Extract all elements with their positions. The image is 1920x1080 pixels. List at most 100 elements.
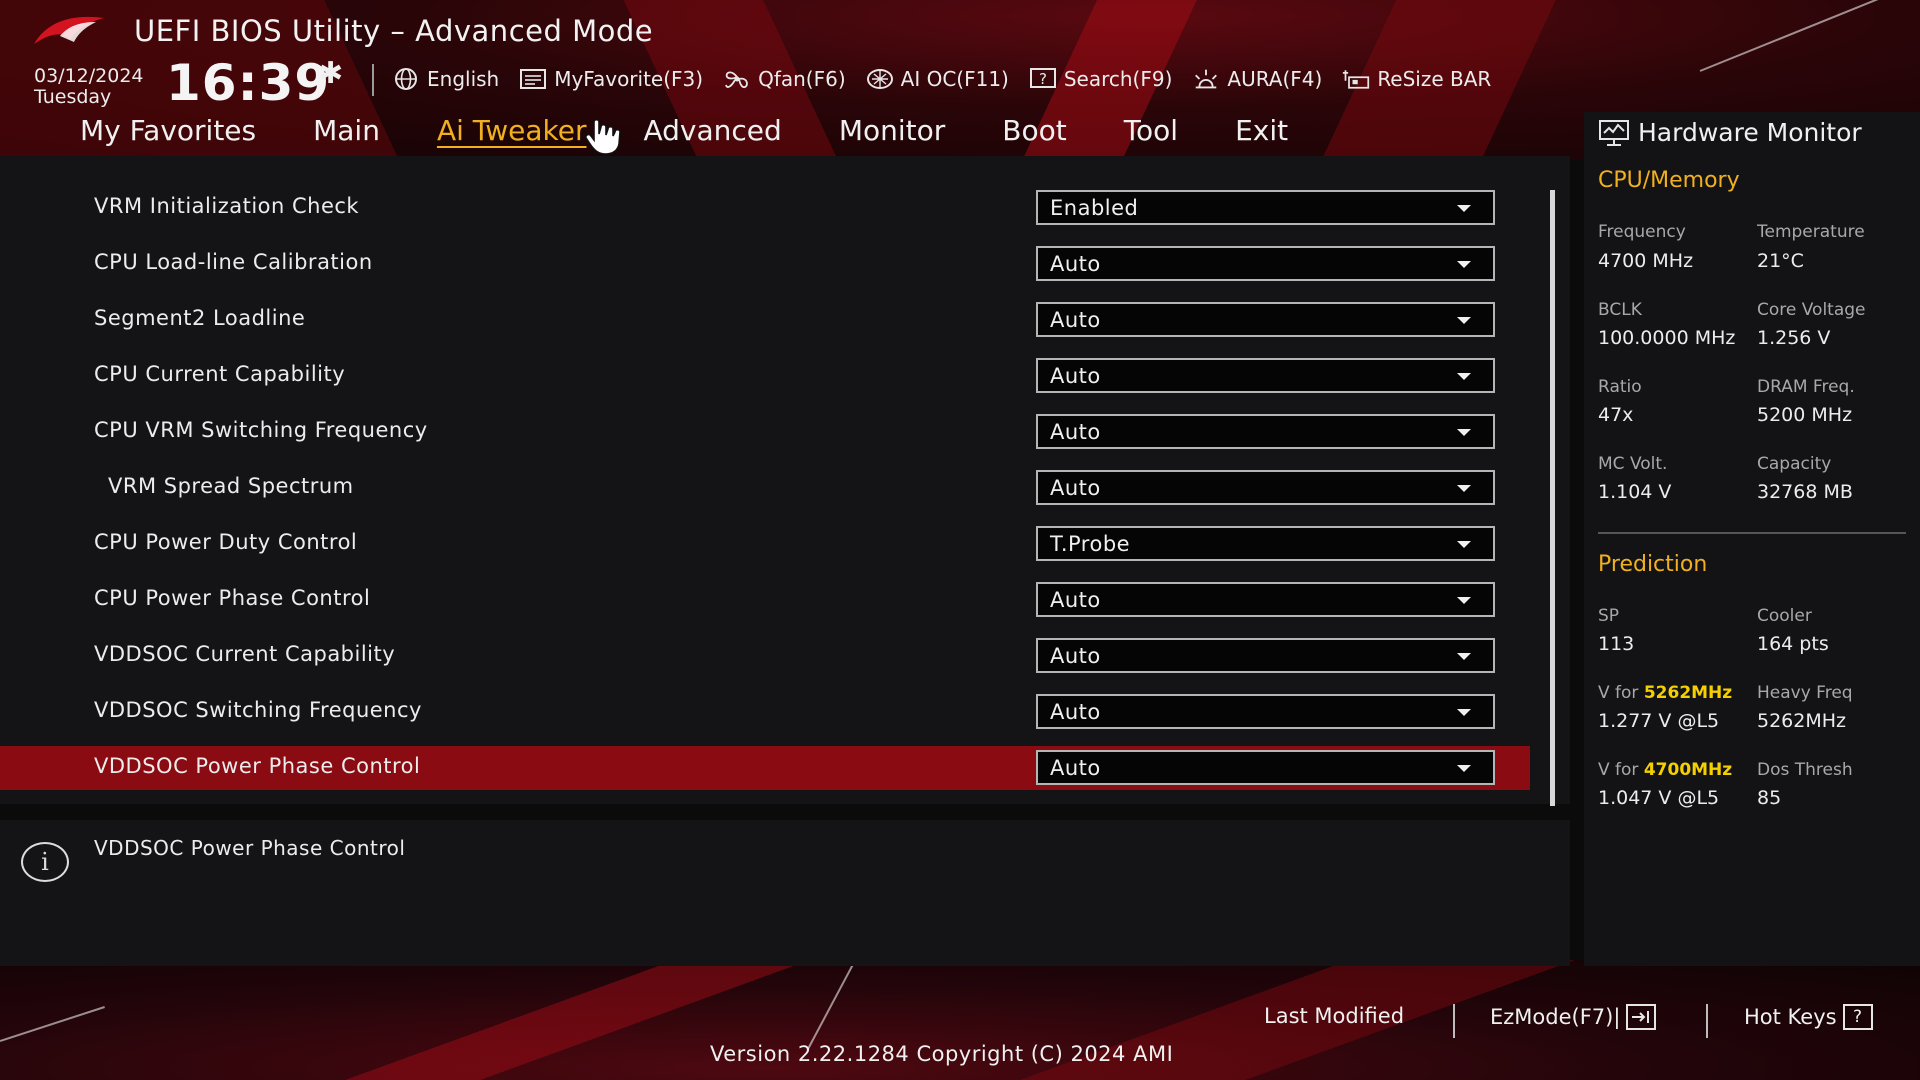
setting-dropdown[interactable]: Auto <box>1036 358 1495 393</box>
hot-keys-button[interactable]: Hot Keys ? <box>1744 1004 1873 1030</box>
setting-row[interactable]: CPU Power Duty Control T.Probe <box>0 522 1530 566</box>
setting-value: Auto <box>1050 308 1101 332</box>
hardware-monitor-panel: Hardware Monitor CPU/Memory Frequency 47… <box>1584 112 1920 966</box>
setting-row[interactable]: VDDSOC Switching Frequency Auto <box>0 690 1530 734</box>
setting-label: CPU Power Phase Control <box>94 586 371 610</box>
search-button[interactable]: ? Search(F9) <box>1029 67 1172 91</box>
tab-main[interactable]: Main <box>313 114 380 154</box>
setting-row[interactable]: CPU Current Capability Auto <box>0 354 1530 398</box>
setting-row[interactable]: CPU Load-line Calibration Auto <box>0 242 1530 286</box>
tab-advanced[interactable]: Advanced <box>644 114 782 154</box>
setting-row-selected[interactable]: VDDSOC Power Phase Control Auto <box>0 746 1530 790</box>
setting-dropdown[interactable]: Enabled <box>1036 190 1495 225</box>
globe-icon <box>392 67 420 91</box>
ratio-label: Ratio <box>1598 377 1642 397</box>
tab-my-favorites[interactable]: My Favorites <box>80 114 256 154</box>
qfan-label: Qfan(F6) <box>758 67 846 91</box>
aura-label: AURA(F4) <box>1227 67 1323 91</box>
datetime-date[interactable]: 03/12/2024 Tuesday <box>34 66 144 108</box>
dropdown-caret-icon <box>1457 485 1471 492</box>
setting-label: CPU Power Duty Control <box>94 530 358 554</box>
tab-monitor[interactable]: Monitor <box>839 114 945 154</box>
favorite-list-icon <box>519 67 547 91</box>
version-text: Version 2.22.1284 Copyright (C) 2024 AMI <box>710 1042 1174 1066</box>
setting-dropdown[interactable]: Auto <box>1036 246 1495 281</box>
dropdown-caret-icon <box>1457 317 1471 324</box>
ezmode-label: EzMode(F7)| <box>1490 1005 1621 1029</box>
setting-row[interactable]: CPU VRM Switching Frequency Auto <box>0 410 1530 454</box>
footer-divider <box>1453 1004 1455 1038</box>
heavy-freq-value: 5262MHz <box>1757 710 1847 732</box>
language-button[interactable]: English <box>392 67 499 91</box>
setting-value: Auto <box>1050 756 1101 780</box>
setting-dropdown[interactable]: T.Probe <box>1036 526 1495 561</box>
resize-bar-button[interactable]: ReSize BAR <box>1342 67 1491 91</box>
setting-row[interactable]: VDDSOC Current Capability Auto <box>0 634 1530 678</box>
bclk-value: 100.0000 MHz <box>1598 327 1736 349</box>
page-title: UEFI BIOS Utility – Advanced Mode <box>134 14 654 48</box>
tab-ai-tweaker[interactable]: Ai Tweaker <box>437 114 587 154</box>
search-help-icon: ? <box>1029 67 1057 91</box>
setting-label: VDDSOC Power Phase Control <box>94 754 421 778</box>
dos-thresh-value: 85 <box>1757 787 1782 809</box>
settings-scrollbar[interactable] <box>1550 190 1555 806</box>
dropdown-caret-icon <box>1457 373 1471 380</box>
last-modified-label: Last Modified <box>1264 1004 1405 1028</box>
main-nav: My Favorites Main Ai Tweaker Advanced Mo… <box>80 114 1288 154</box>
setting-dropdown[interactable]: Auto <box>1036 582 1495 617</box>
rog-logo-icon <box>34 16 104 44</box>
bclk-label: BCLK <box>1598 300 1642 320</box>
setting-dropdown[interactable]: Auto <box>1036 638 1495 673</box>
qfan-button[interactable]: Qfan(F6) <box>723 67 846 91</box>
v-for-prefix: V for <box>1598 683 1639 703</box>
setting-row[interactable]: CPU Power Phase Control Auto <box>0 578 1530 622</box>
setting-label: CPU Current Capability <box>94 362 346 386</box>
tab-boot[interactable]: Boot <box>1002 114 1066 154</box>
v-for-label-2: V for 4700MHz <box>1598 760 1732 780</box>
dram-freq-label: DRAM Freq. <box>1757 377 1855 397</box>
v-for-prefix: V for <box>1598 760 1639 780</box>
aura-light-icon <box>1192 67 1220 91</box>
aura-button[interactable]: AURA(F4) <box>1192 67 1322 91</box>
setting-value: Auto <box>1050 588 1101 612</box>
myfavorite-button[interactable]: MyFavorite(F3) <box>519 67 703 91</box>
setting-row[interactable]: Segment2 Loadline Auto <box>0 298 1530 342</box>
myfavorite-label: MyFavorite(F3) <box>554 67 704 91</box>
dram-freq-value: 5200 MHz <box>1757 404 1853 426</box>
ai-oc-button[interactable]: AI OC(F11) <box>866 67 1009 91</box>
mc-volt-label: MC Volt. <box>1598 454 1668 474</box>
exit-arrow-icon <box>1626 1004 1657 1030</box>
setting-label: VDDSOC Switching Frequency <box>94 698 422 722</box>
hand-cursor-icon <box>585 118 621 155</box>
setting-value: Enabled <box>1050 196 1139 220</box>
help-icon: ? <box>1842 1004 1873 1030</box>
ezmode-button[interactable]: EzMode(F7)| <box>1490 1004 1657 1030</box>
hardware-monitor-label: Hardware Monitor <box>1638 118 1862 147</box>
svg-text:?: ? <box>1039 70 1047 88</box>
tab-tool[interactable]: Tool <box>1124 114 1178 154</box>
setting-dropdown[interactable]: Auto <box>1036 414 1495 449</box>
last-modified-button[interactable]: Last Modified <box>1264 1004 1404 1028</box>
setting-dropdown[interactable]: Auto <box>1036 750 1495 785</box>
dropdown-caret-icon <box>1457 429 1471 436</box>
ai-chip-icon <box>866 67 894 91</box>
setting-row[interactable]: VRM Initialization Check Enabled <box>0 186 1530 230</box>
setting-row[interactable]: VRM Spread Spectrum Auto <box>0 466 1530 510</box>
sp-label: SP <box>1598 606 1620 626</box>
clock[interactable]: 16:39 <box>166 54 330 112</box>
footer-divider <box>1706 1004 1708 1038</box>
hot-keys-label: Hot Keys <box>1744 1005 1837 1029</box>
setting-dropdown[interactable]: Auto <box>1036 694 1495 729</box>
fan-icon <box>723 67 751 91</box>
gear-icon[interactable]: ✱ <box>318 56 343 91</box>
v-for-value-1: 1.277 V @L5 <box>1598 710 1720 732</box>
setting-value: Auto <box>1050 364 1101 388</box>
day-text: Tuesday <box>34 86 112 108</box>
tab-exit[interactable]: Exit <box>1235 114 1288 154</box>
setting-dropdown[interactable]: Auto <box>1036 302 1495 337</box>
setting-value: T.Probe <box>1050 532 1131 556</box>
setting-dropdown[interactable]: Auto <box>1036 470 1495 505</box>
hardware-monitor-title[interactable]: Hardware Monitor <box>1598 118 1862 147</box>
cooler-label: Cooler <box>1757 606 1812 626</box>
settings-panel: VRM Initialization Check Enabled CPU Loa… <box>0 156 1570 804</box>
